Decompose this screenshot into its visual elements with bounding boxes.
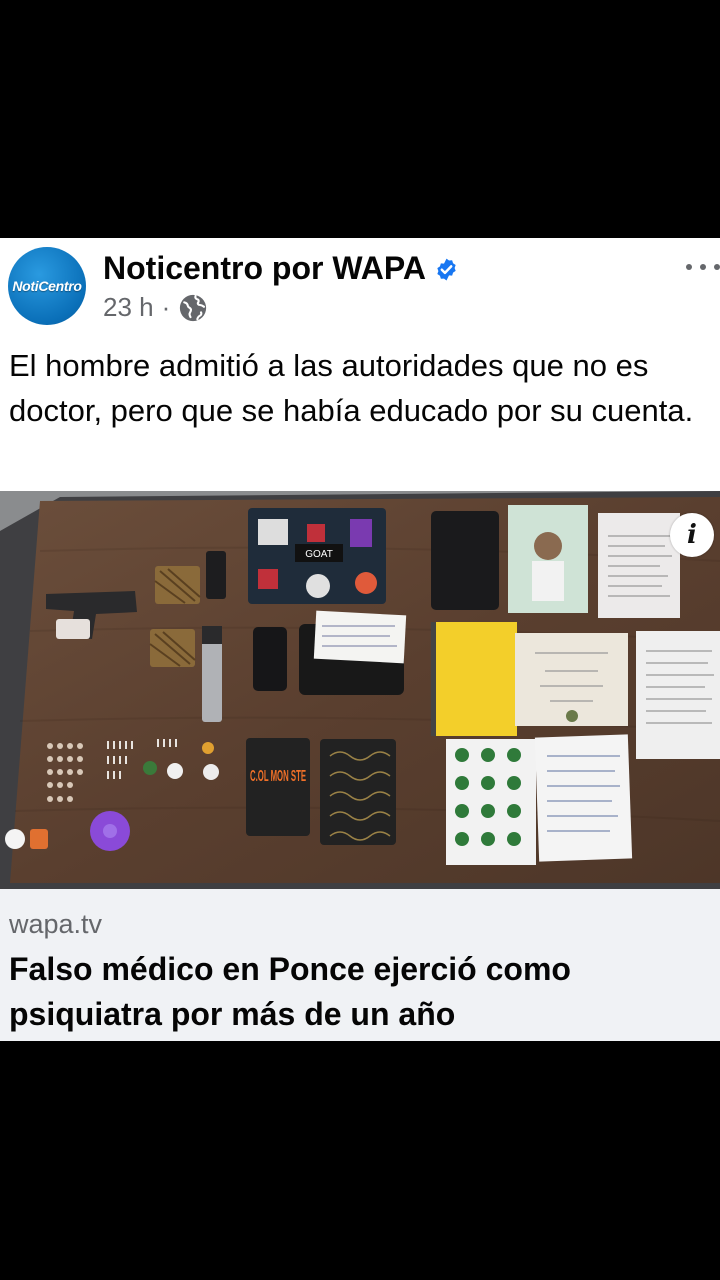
- verified-badge-icon: [437, 258, 456, 281]
- post-card: NotiCentro Noticentro por WAPA 23 h · El…: [0, 238, 720, 1041]
- post-meta: 23 h ·: [103, 292, 208, 323]
- link-title[interactable]: Falso médico en Ponce ejerció como psiqu…: [9, 947, 709, 1037]
- link-preview[interactable]: wapa.tv Falso médico en Ponce ejerció co…: [0, 889, 720, 1041]
- more-horizontal-icon: [686, 264, 692, 270]
- info-button[interactable]: i: [670, 513, 714, 557]
- meta-separator: ·: [161, 292, 171, 322]
- post-timestamp[interactable]: 23 h: [103, 292, 154, 323]
- journal-cover-text: C.OL MON STE: [250, 768, 306, 785]
- more-options-button[interactable]: [686, 257, 720, 277]
- evidence-photo-illustration: GOAT C.OL MON STE: [0, 491, 720, 889]
- globe-icon: [180, 294, 207, 321]
- post-photo[interactable]: GOAT C.OL MON STE i: [0, 491, 720, 889]
- page-name[interactable]: Noticentro por WAPA: [103, 250, 426, 287]
- page-name-row: Noticentro por WAPA: [103, 250, 459, 287]
- laptop-sticker-text: GOAT: [305, 549, 333, 560]
- post-text: El hombre admitió a las autoridades que …: [9, 348, 694, 428]
- page-avatar[interactable]: NotiCentro: [8, 247, 86, 325]
- link-domain: wapa.tv: [9, 909, 103, 939]
- avatar-logo-text: NotiCentro: [12, 278, 82, 294]
